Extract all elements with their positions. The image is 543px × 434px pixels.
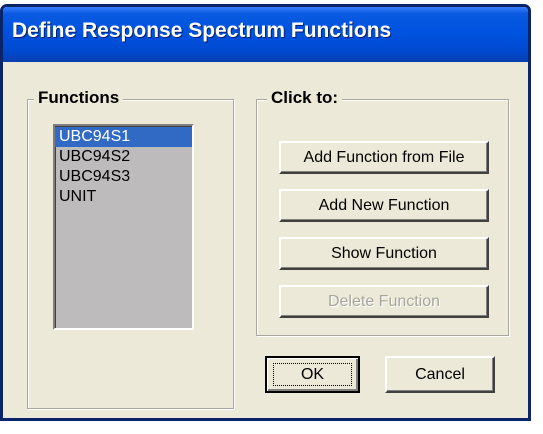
list-item[interactable]: UBC94S3 [55, 167, 192, 187]
delete-function-button[interactable]: Delete Function [279, 285, 489, 318]
show-function-button[interactable]: Show Function [279, 237, 489, 270]
title-bar[interactable]: Define Response Spectrum Functions [3, 7, 528, 62]
add-function-from-file-button[interactable]: Add Function from File [279, 141, 489, 174]
functions-group-label: Functions [34, 88, 124, 108]
functions-group: Functions UBC94S1 UBC94S2 UBC94S3 UNIT [27, 88, 234, 409]
click-to-group: Click to: Add Function from File Add New… [256, 88, 509, 336]
dialog-window: Define Response Spectrum Functions Funct… [0, 4, 531, 421]
window-title: Define Response Spectrum Functions [12, 19, 392, 42]
list-item[interactable]: UBC94S2 [55, 147, 192, 167]
functions-listbox[interactable]: UBC94S1 UBC94S2 UBC94S3 UNIT [53, 124, 194, 330]
cancel-button[interactable]: Cancel [385, 356, 495, 393]
click-to-group-label: Click to: [267, 88, 343, 108]
ok-button[interactable]: OK [265, 356, 360, 393]
list-item[interactable]: UNIT [55, 187, 192, 207]
add-new-function-button[interactable]: Add New Function [279, 189, 489, 222]
dialog-body: Functions UBC94S1 UBC94S2 UBC94S3 UNIT C… [3, 62, 528, 418]
list-item[interactable]: UBC94S1 [55, 127, 192, 147]
